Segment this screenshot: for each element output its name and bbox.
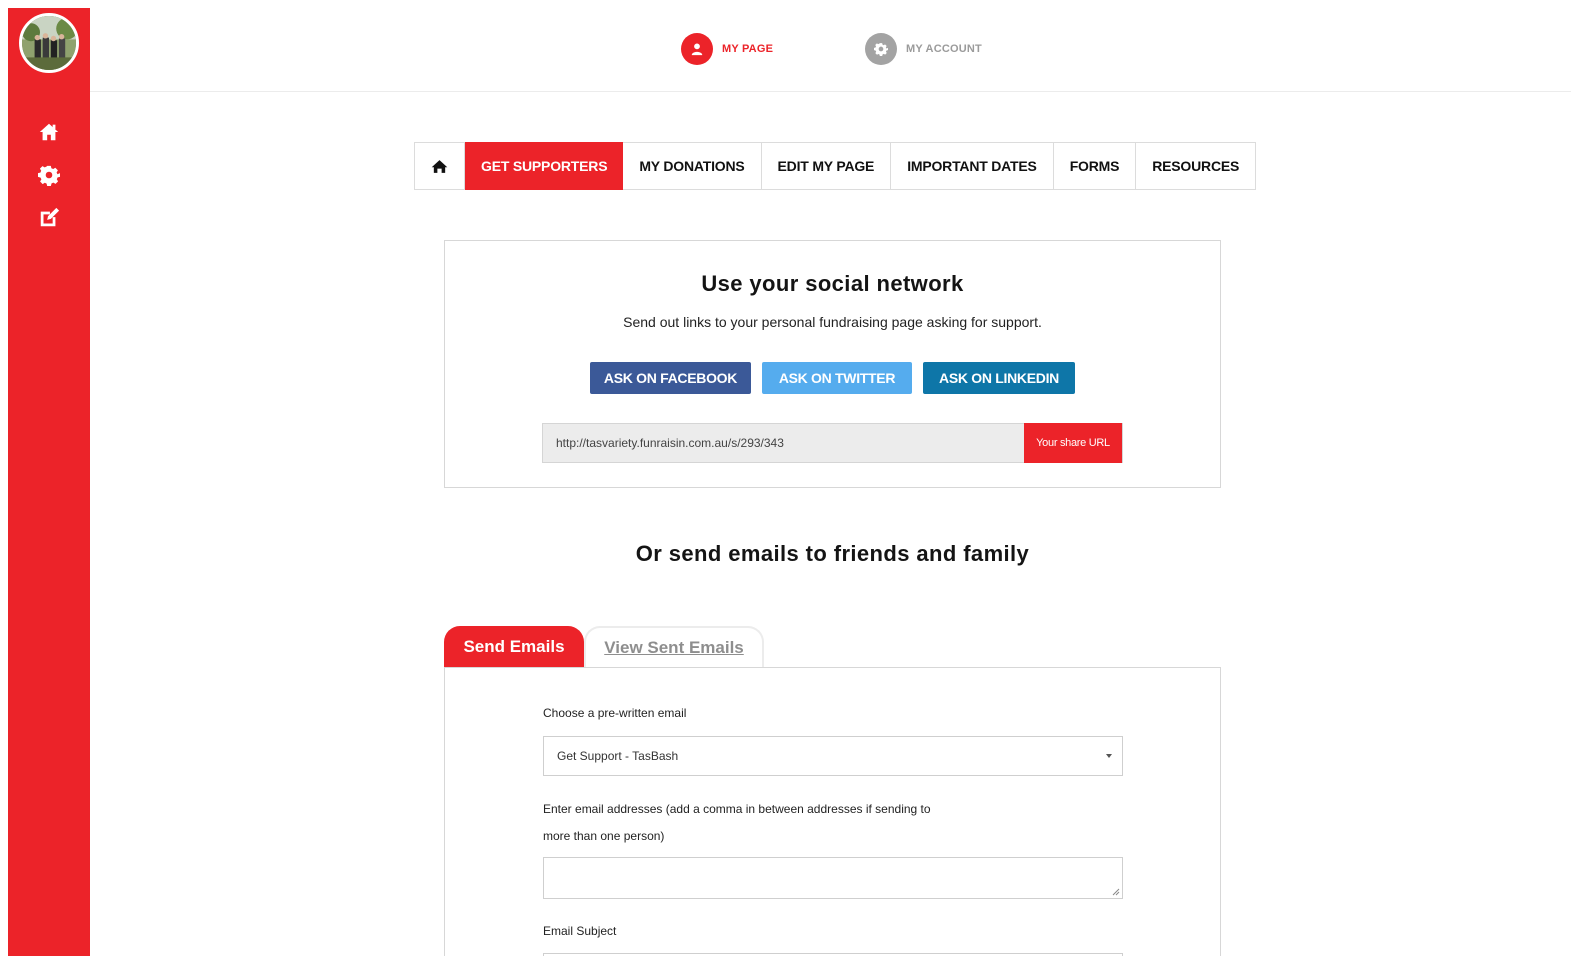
user-icon xyxy=(681,33,713,65)
my-account-link[interactable]: MY ACCOUNT xyxy=(865,33,982,65)
share-url-group: Your share URL xyxy=(542,423,1123,463)
tab-forms[interactable]: FORMS xyxy=(1054,143,1137,189)
selected-email-value: Get Support - TasBash xyxy=(557,749,679,763)
avatar[interactable] xyxy=(19,13,79,73)
resize-grip-icon[interactable] xyxy=(1111,887,1120,896)
tab-important-dates[interactable]: IMPORTANT DATES xyxy=(891,143,1054,189)
tab-home[interactable] xyxy=(415,143,465,189)
ask-on-facebook-button[interactable]: ASK ON FACEBOOK xyxy=(590,362,751,394)
emails-section-title: Or send emails to friends and family xyxy=(635,541,1030,566)
share-url-label[interactable]: Your share URL xyxy=(1024,423,1122,463)
sidebar xyxy=(8,8,90,956)
top-bar: MY PAGE MY ACCOUNT xyxy=(90,0,1571,92)
tab-view-sent-emails[interactable]: View Sent Emails xyxy=(584,626,764,668)
tab-get-supporters[interactable]: GET SUPPORTERS xyxy=(465,142,624,190)
home-icon[interactable] xyxy=(38,121,60,143)
social-network-card: Use your social network Send out links t… xyxy=(444,240,1221,488)
email-addresses-field[interactable] xyxy=(543,857,1123,899)
home-icon xyxy=(431,159,448,173)
caret-down-icon xyxy=(1106,754,1112,758)
my-page-label: MY PAGE xyxy=(722,43,774,55)
gear-icon[interactable] xyxy=(38,164,60,186)
email-subject-label: Email Subject xyxy=(543,924,617,938)
tab-edit-my-page[interactable]: EDIT MY PAGE xyxy=(762,143,892,189)
email-addresses-label-line1: Enter email addresses (add a comma in be… xyxy=(543,802,931,816)
send-emails-panel: Choose a pre-written email Get Support -… xyxy=(444,667,1221,956)
avatar-photo xyxy=(22,16,76,70)
social-title: Use your social network xyxy=(701,271,964,296)
ask-on-twitter-button[interactable]: ASK ON TWITTER xyxy=(762,362,912,394)
main-tab-bar: GET SUPPORTERS MY DONATIONS EDIT MY PAGE… xyxy=(414,142,1257,190)
tab-my-donations[interactable]: MY DONATIONS xyxy=(623,143,762,189)
share-url-input[interactable] xyxy=(543,424,1023,462)
ask-on-linkedin-button[interactable]: ASK ON LINKEDIN xyxy=(923,362,1075,394)
my-account-label: MY ACCOUNT xyxy=(906,43,982,55)
social-subtitle: Send out links to your personal fundrais… xyxy=(623,314,1042,330)
gear-icon xyxy=(865,33,897,65)
choose-email-label: Choose a pre-written email xyxy=(543,706,687,720)
tab-send-emails[interactable]: Send Emails xyxy=(444,626,584,668)
tab-resources[interactable]: RESOURCES xyxy=(1136,143,1255,189)
my-page-link[interactable]: MY PAGE xyxy=(681,33,773,65)
pre-written-email-select[interactable]: Get Support - TasBash xyxy=(543,736,1123,776)
edit-icon[interactable] xyxy=(38,207,60,229)
email-addresses-label-line2: more than one person) xyxy=(543,829,665,843)
